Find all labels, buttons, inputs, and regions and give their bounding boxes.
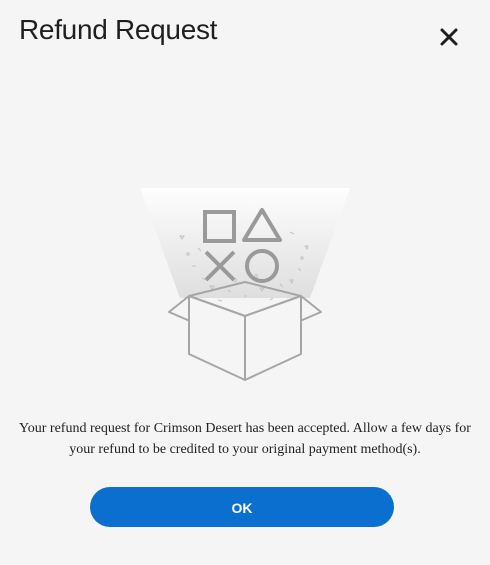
dialog-title: Refund Request — [19, 14, 218, 45]
ok-button[interactable]: OK — [90, 487, 394, 527]
refund-message: Your refund request for Crimson Desert h… — [19, 421, 471, 457]
refund-request-dialog: Refund Request Your refund request for C… — [0, 0, 490, 565]
refund-illustration — [140, 188, 350, 388]
close-button[interactable] — [434, 22, 464, 52]
close-icon — [440, 28, 458, 46]
